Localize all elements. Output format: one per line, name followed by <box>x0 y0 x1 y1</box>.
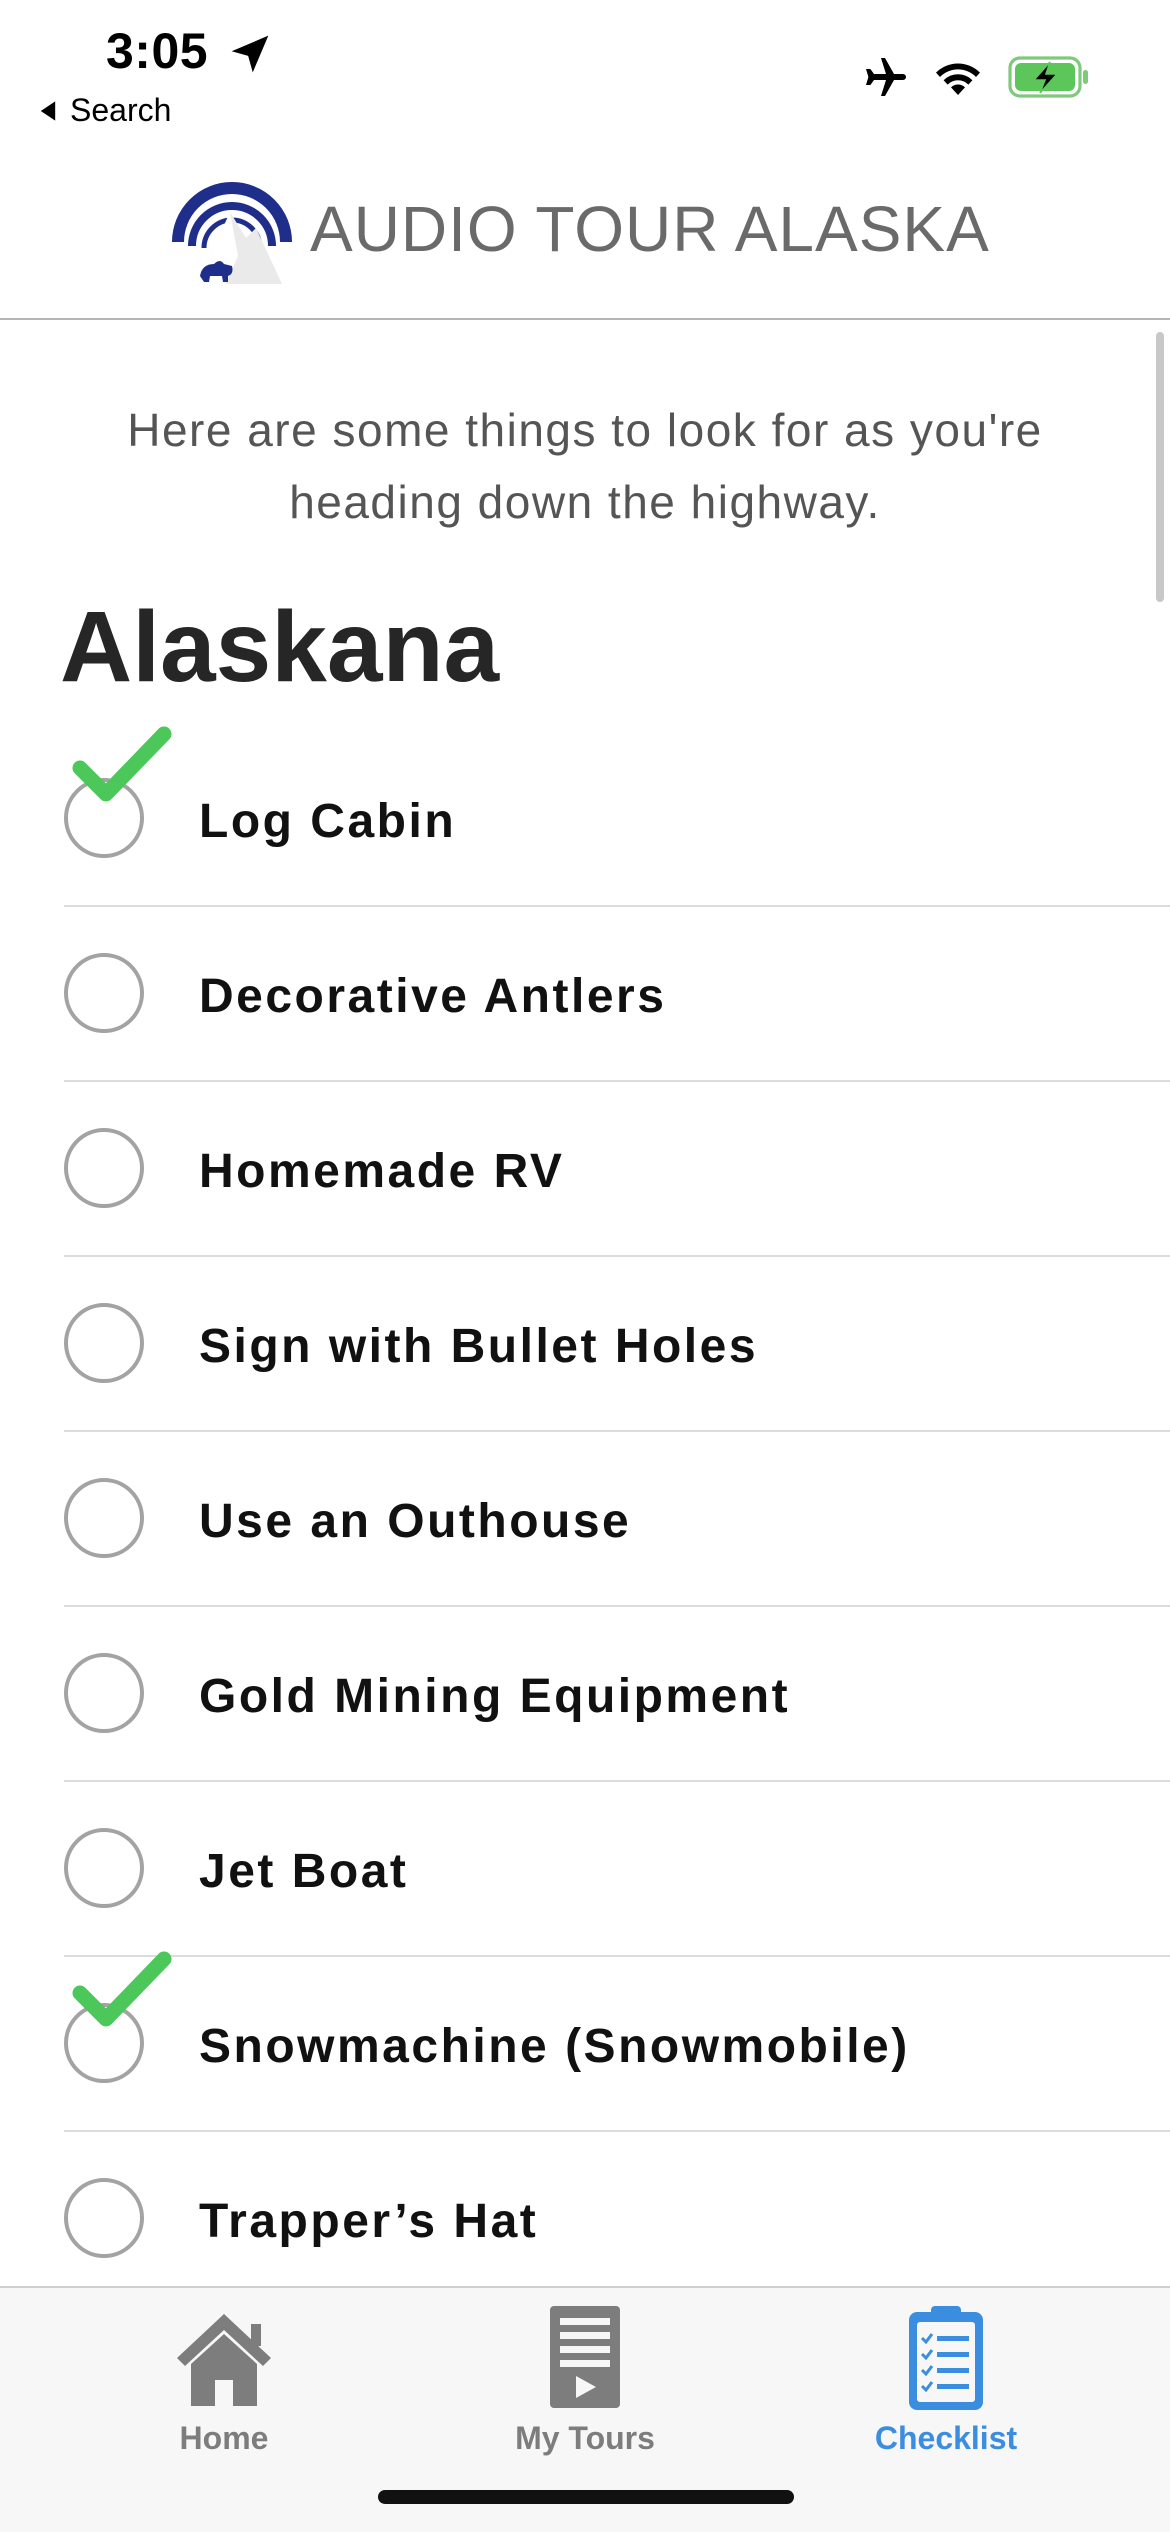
checklist-item-label: Decorative Antlers <box>199 970 667 1023</box>
location-arrow-icon <box>231 35 269 73</box>
back-to-search-button[interactable]: Search <box>36 92 171 129</box>
status-bar: 3:05 Search <box>0 0 1170 140</box>
tab-my-tours-label: My Tours <box>515 2420 655 2456</box>
tab-checklist-label: Checklist <box>874 2420 1018 2456</box>
checklist-item-gold-mining-equipment[interactable]: Gold Mining Equipment <box>64 1607 1170 1782</box>
back-label: Search <box>70 92 172 128</box>
home-indicator[interactable] <box>378 2490 794 2504</box>
checklist-item-decorative-antlers[interactable]: Decorative Antlers <box>64 907 1170 1082</box>
checkbox-circle[interactable] <box>64 1303 144 1383</box>
checklist-item-label: Sign with Bullet Holes <box>199 1320 759 1373</box>
tab-home[interactable]: Home <box>64 2302 384 2462</box>
tour-document-icon <box>550 2306 620 2408</box>
checklist-item-label: Gold Mining Equipment <box>199 1670 791 1723</box>
checkmark-icon <box>72 726 172 802</box>
clipboard-checklist-icon <box>909 2306 983 2410</box>
tab-my-tours[interactable]: My Tours <box>425 2302 745 2462</box>
checklist-item-snowmachine[interactable]: Snowmachine (Snowmobile) <box>64 1951 1170 2132</box>
status-time: 3:05 <box>106 23 209 79</box>
checklist: Log Cabin Decorative Antlers Homemade RV… <box>64 726 1170 2286</box>
tab-checklist[interactable]: Checklist <box>786 2302 1106 2462</box>
airplane-mode-icon <box>866 58 906 96</box>
tab-home-label: Home <box>179 2420 269 2456</box>
checklist-item-jet-boat[interactable]: Jet Boat <box>64 1782 1170 1957</box>
checklist-content[interactable]: Here are some things to look for as you'… <box>0 320 1170 2286</box>
checklist-item-label: Snowmachine (Snowmobile) <box>199 2020 910 2073</box>
wifi-icon <box>936 63 980 95</box>
checklist-item-log-cabin[interactable]: Log Cabin <box>64 726 1170 907</box>
audio-tour-alaska-logo <box>172 182 292 284</box>
battery-charging-icon <box>1008 56 1088 98</box>
checkbox-circle[interactable] <box>64 1828 144 1908</box>
checklist-item-label: Homemade RV <box>199 1145 565 1198</box>
checklist-item-label: Jet Boat <box>199 1845 409 1898</box>
scroll-indicator[interactable] <box>1156 332 1164 602</box>
checklist-item-label: Log Cabin <box>199 795 457 848</box>
intro-text: Here are some things to look for as you'… <box>127 404 1043 528</box>
checkbox-circle[interactable] <box>64 1478 144 1558</box>
checkbox-circle[interactable] <box>64 1653 144 1733</box>
section-title: Alaskana <box>60 591 500 703</box>
checklist-item-sign-with-bullet-holes[interactable]: Sign with Bullet Holes <box>64 1257 1170 1432</box>
checklist-item-label: Trapper’s Hat <box>199 2195 539 2248</box>
checkbox-circle[interactable] <box>64 953 144 1033</box>
checkbox-circle[interactable] <box>64 1128 144 1208</box>
screen: 3:05 Search AUDIO TOUR ALASKA Here are s… <box>0 0 1170 2532</box>
checklist-item-use-an-outhouse[interactable]: Use an Outhouse <box>64 1432 1170 1607</box>
checklist-item-homemade-rv[interactable]: Homemade RV <box>64 1082 1170 1257</box>
back-caret-icon <box>40 100 56 121</box>
house-icon <box>177 2314 271 2406</box>
checklist-item-label: Use an Outhouse <box>199 1495 632 1548</box>
checklist-item-trappers-hat[interactable]: Trapper’s Hat <box>64 2132 1170 2286</box>
app-title: AUDIO TOUR ALASKA <box>310 193 990 265</box>
checkbox-circle[interactable] <box>64 2178 144 2258</box>
checkmark-icon <box>72 1951 172 2027</box>
app-header: AUDIO TOUR ALASKA <box>0 160 1170 320</box>
